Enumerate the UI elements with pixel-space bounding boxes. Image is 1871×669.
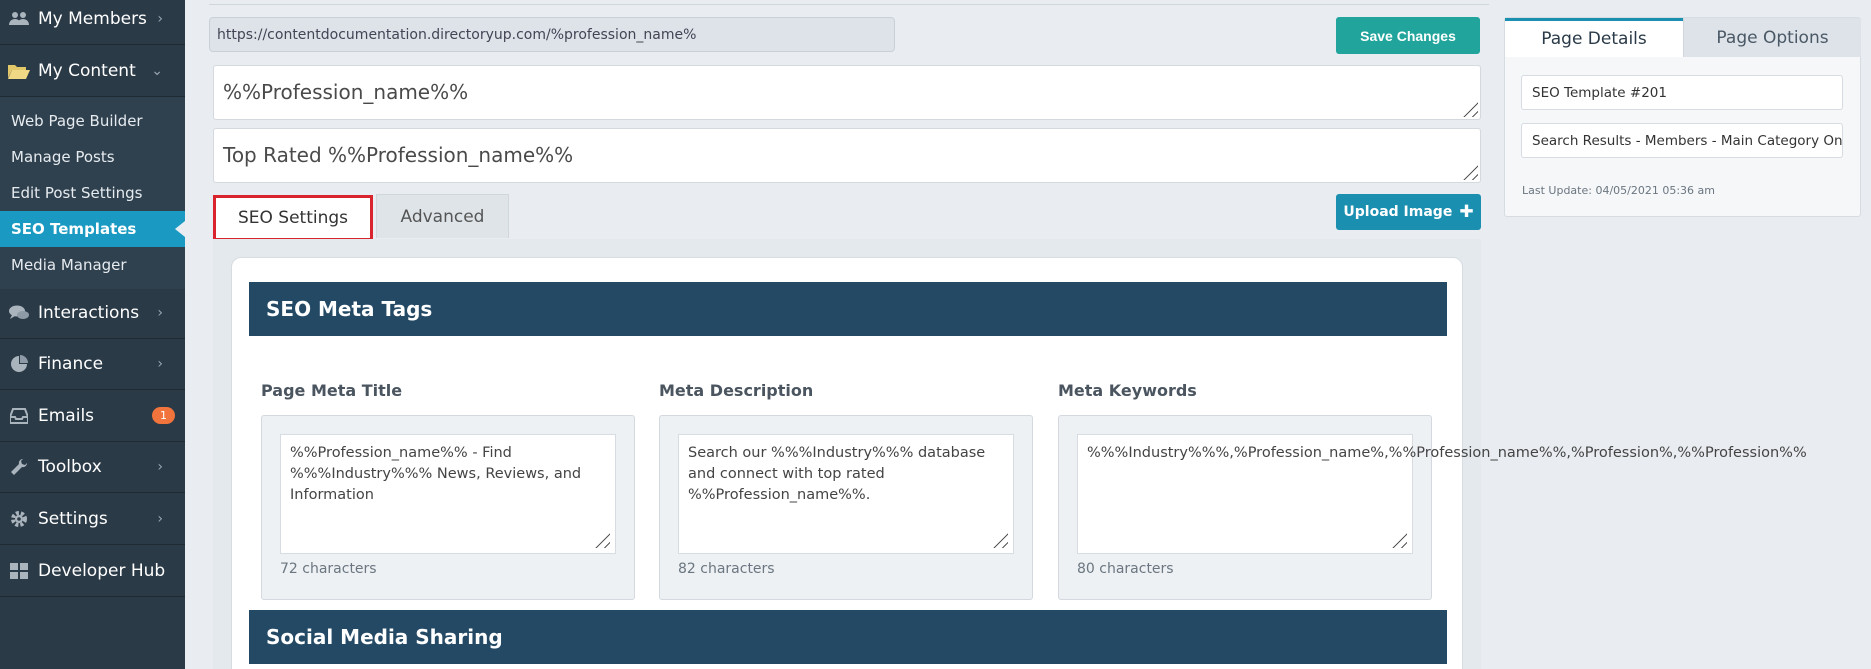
nav-label: Interactions (38, 302, 140, 323)
sidebar-item-web-page-builder[interactable]: Web Page Builder (0, 103, 185, 139)
chevron-down-icon: ⌄ (151, 62, 163, 79)
nav-label: Toolbox (38, 456, 102, 477)
folder-open-icon (7, 63, 31, 79)
seo-panel: SEO Meta Tags Page Meta Title %%Professi… (231, 257, 1807, 669)
plus-icon: ✚ (1459, 202, 1474, 222)
grid-icon (7, 562, 31, 579)
gear-icon (7, 510, 31, 528)
divider (209, 4, 1489, 5)
chevron-right-icon: › (157, 510, 163, 527)
nav-developer-hub[interactable]: Developer Hub (0, 545, 185, 597)
chevron-right-icon: › (157, 10, 163, 27)
char-count: 80 characters (1077, 561, 1174, 577)
char-count: 72 characters (280, 561, 377, 577)
template-name-field[interactable]: SEO Template #201 (1521, 75, 1843, 110)
resize-handle-icon[interactable] (1460, 99, 1478, 117)
field-label: Meta Keywords (1058, 381, 1197, 400)
sidebar: My Members › My Content ⌄ Web Page Build… (0, 0, 185, 669)
field-box: Search our %%%Industry%%% database and c… (659, 415, 1033, 600)
users-icon (7, 11, 31, 27)
field-box: %%Profession_name%% - Find %%%Industry%%… (261, 415, 635, 600)
nav-label: Developer Hub (38, 560, 166, 581)
chevron-right-icon: › (157, 304, 163, 321)
comments-icon (7, 305, 31, 321)
nav-label: My Content (38, 60, 136, 81)
sidebar-item-media-manager[interactable]: Media Manager (0, 247, 185, 283)
template-name-value: %%Profession_name%% (223, 80, 469, 104)
nav-emails[interactable]: Emails 1 (0, 390, 185, 442)
meta-title-field: Page Meta Title %%Profession_name%% - Fi… (261, 381, 635, 600)
nav-settings[interactable]: Settings › (0, 493, 185, 545)
nav-my-content[interactable]: My Content ⌄ (0, 45, 185, 97)
template-name-input[interactable]: %%Profession_name%% (213, 65, 1481, 120)
sidebar-item-manage-posts[interactable]: Manage Posts (0, 139, 185, 175)
tab-seo-settings[interactable]: SEO Settings (213, 195, 373, 241)
sidebar-item-seo-templates[interactable]: SEO Templates (0, 211, 185, 247)
nav-finance[interactable]: Finance › (0, 338, 185, 390)
template-title-value: Top Rated %%Profession_name%% (223, 143, 574, 167)
url-field[interactable]: https://contentdocumentation.directoryup… (209, 17, 895, 52)
nav-interactions[interactable]: Interactions › (0, 287, 185, 339)
meta-description-field: Meta Description Search our %%%Industry%… (659, 381, 1033, 600)
upload-label: Upload Image (1343, 204, 1453, 220)
nav-my-members[interactable]: My Members › (0, 0, 185, 45)
nav-label: Settings (38, 508, 108, 529)
nav-label: Emails (38, 405, 95, 426)
tab-page-details[interactable]: Page Details (1505, 18, 1683, 57)
last-update-text: Last Update: 04/05/2021 05:36 am (1522, 184, 1715, 197)
resize-handle-icon[interactable] (1460, 162, 1478, 180)
main-content: https://contentdocumentation.directoryup… (185, 0, 1807, 669)
seo-meta-tags-heading: SEO Meta Tags (249, 282, 1447, 336)
social-media-sharing-heading: Social Media Sharing (249, 610, 1447, 664)
meta-keywords-field: Meta Keywords %%%Industry%%%,%Profession… (1058, 381, 1807, 600)
pie-chart-icon (7, 354, 31, 373)
field-label: Meta Description (659, 381, 814, 400)
inbox-icon (7, 407, 31, 424)
emails-count-badge: 1 (152, 407, 175, 424)
meta-title-textarea[interactable]: %%Profession_name%% - Find %%%Industry%%… (280, 434, 616, 554)
field-box: %%%Industry%%%,%Profession_name%,%%Profe… (1058, 415, 1807, 600)
chevron-right-icon: › (157, 458, 163, 475)
nav-toolbox[interactable]: Toolbox › (0, 441, 185, 493)
wrench-icon (7, 458, 31, 476)
tab-advanced[interactable]: Advanced (376, 194, 509, 238)
field-label: Page Meta Title (261, 381, 403, 400)
template-title-input[interactable]: Top Rated %%Profession_name%% (213, 128, 1481, 183)
char-count: 82 characters (678, 561, 775, 577)
upload-image-button[interactable]: Upload Image ✚ (1336, 194, 1481, 230)
tab-page-options[interactable]: Page Options (1683, 18, 1861, 57)
save-changes-button[interactable]: Save Changes (1336, 17, 1480, 54)
content-submenu: Web Page Builder Manage Posts Edit Post … (0, 97, 185, 289)
tab-content: SEO Meta Tags Page Meta Title %%Professi… (213, 239, 1807, 669)
meta-keywords-textarea[interactable]: %%%Industry%%%,%Profession_name%,%%Profe… (1077, 434, 1807, 554)
nav-label: Finance (38, 353, 104, 374)
meta-description-textarea[interactable]: Search our %%%Industry%%% database and c… (678, 434, 1014, 554)
sidebar-item-edit-post-settings[interactable]: Edit Post Settings (0, 175, 185, 211)
page-details-panel: Page Details Page Options SEO Template #… (1504, 17, 1861, 217)
chevron-right-icon: › (157, 355, 163, 372)
nav-label: My Members (38, 8, 147, 29)
page-type-field[interactable]: Search Results - Members - Main Category… (1521, 123, 1843, 158)
